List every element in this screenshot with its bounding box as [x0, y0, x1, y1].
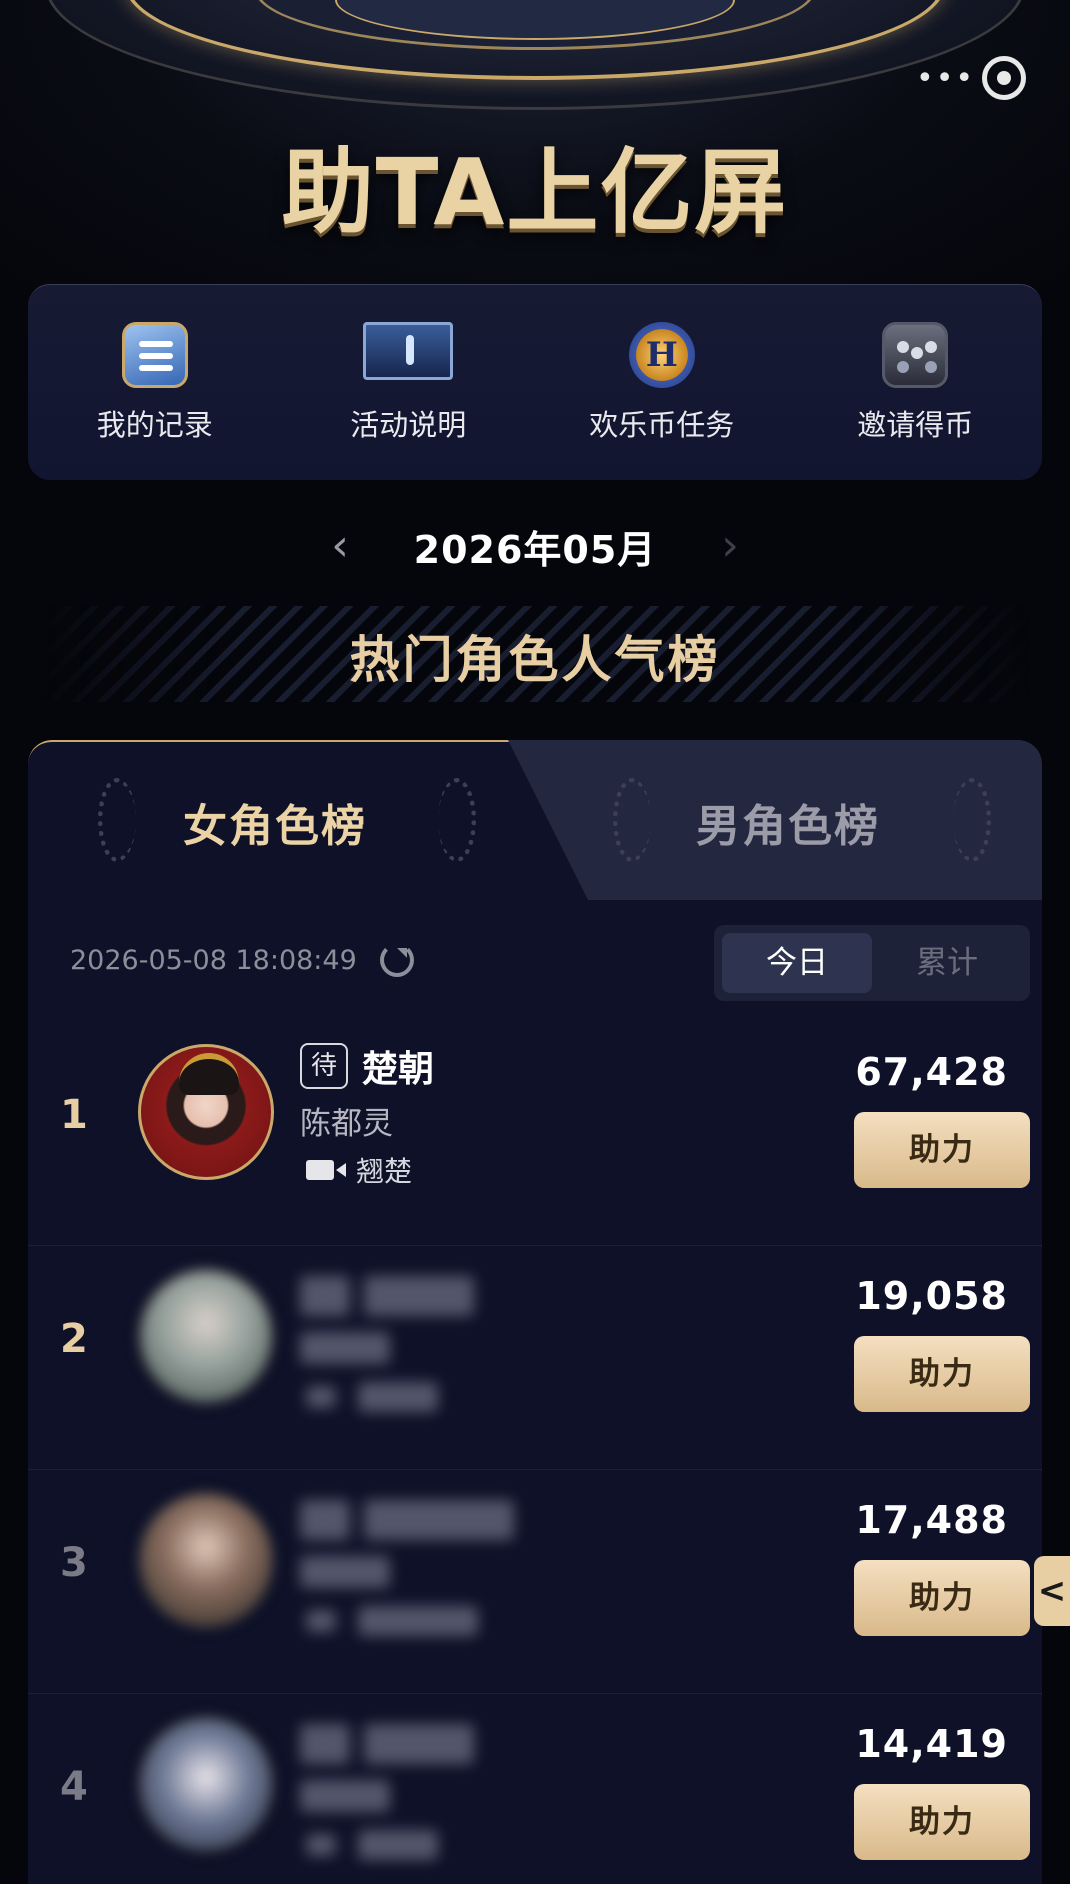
rank-number: 4	[60, 1764, 88, 1810]
role-name: 楚朝	[362, 1049, 435, 1090]
blurred-actor-name	[300, 1332, 390, 1364]
tab-male-label[interactable]: 男角色榜	[696, 790, 880, 854]
coin-icon: H	[628, 321, 695, 388]
blurred-drama-name	[358, 1830, 438, 1860]
support-button[interactable]: 助力	[854, 1560, 1030, 1636]
laurel-right-icon	[438, 778, 476, 862]
status-badge: 待	[300, 1043, 348, 1089]
toggle-total[interactable]: 累计	[872, 933, 1022, 993]
blurred-drama-name	[358, 1606, 478, 1636]
miniapp-capsule: •••	[884, 48, 1044, 108]
blurred-badge	[300, 1276, 350, 1316]
quick-item-label: 邀请得币	[857, 407, 974, 442]
avatar[interactable]	[138, 1492, 274, 1628]
ranking-board: 女角色榜 男角色榜 2026-05-08 18:08:49 今日 累计 1 待 …	[28, 740, 1042, 1884]
vote-score: 17,488	[855, 1498, 1008, 1542]
period-toggle: 今日 累计	[714, 925, 1030, 1001]
quick-item-coin-tasks[interactable]: H 欢乐币任务	[547, 321, 777, 444]
quick-item-rules[interactable]: 活动说明	[293, 321, 523, 444]
refresh-icon[interactable]	[380, 943, 414, 977]
invite-icon	[882, 321, 949, 388]
quick-menu: 我的记录 活动说明 H 欢乐币任务 邀请得币	[28, 284, 1042, 480]
screen-icon	[363, 321, 454, 380]
quick-item-invite[interactable]: 邀请得币	[800, 321, 1030, 444]
video-camera-icon	[306, 1160, 346, 1180]
prev-month-chevron-icon[interactable]: ‹	[310, 516, 370, 576]
ranking-row: 4 14,419 助力	[28, 1694, 1042, 1884]
drama-line: 翘楚	[306, 1150, 412, 1190]
role-name-line: 待 楚朝	[300, 1042, 434, 1090]
rank-number: 2	[60, 1316, 88, 1362]
quick-item-label: 活动说明	[350, 407, 467, 442]
avatar[interactable]	[138, 1268, 274, 1404]
blurred-badge	[300, 1500, 350, 1540]
vote-score: 19,058	[855, 1274, 1008, 1318]
ranking-row: 1 待 楚朝 陈都灵 翘楚 67,428 助力	[28, 1022, 1042, 1246]
blurred-actor-name	[300, 1556, 390, 1588]
support-button[interactable]: 助力	[854, 1112, 1030, 1188]
side-collapse-tab[interactable]: <	[1034, 1556, 1070, 1626]
blurred-drama-name	[358, 1382, 438, 1412]
quick-item-label: 欢乐币任务	[589, 407, 735, 442]
update-timestamp: 2026-05-08 18:08:49	[70, 945, 357, 976]
avatar[interactable]	[138, 1044, 274, 1180]
page-title: 助TA上亿屏	[281, 139, 789, 246]
blurred-role-name	[364, 1276, 474, 1316]
gender-tabs: 女角色榜 男角色榜	[28, 740, 1042, 900]
toggle-today[interactable]: 今日	[722, 933, 872, 993]
rank-number: 3	[60, 1540, 88, 1586]
quick-item-my-record[interactable]: 我的记录	[40, 321, 270, 444]
support-button[interactable]: 助力	[854, 1784, 1030, 1860]
vote-score: 14,419	[855, 1722, 1008, 1766]
blurred-badge	[300, 1724, 350, 1764]
actor-name: 陈都灵	[300, 1106, 393, 1142]
blurred-video-icon	[306, 1834, 336, 1856]
quick-item-label: 我的记录	[96, 407, 213, 442]
rank-number: 1	[60, 1092, 88, 1138]
month-navigator: ‹ 2026年05月 ›	[0, 516, 1070, 576]
blurred-video-icon	[306, 1386, 336, 1408]
more-menu-icon[interactable]: •••	[916, 61, 975, 96]
blurred-actor-name	[300, 1780, 390, 1812]
next-month-chevron-icon[interactable]: ›	[700, 516, 760, 576]
support-button[interactable]: 助力	[854, 1336, 1030, 1412]
close-icon[interactable]	[982, 56, 1026, 100]
laurel-left-icon	[613, 778, 651, 862]
blurred-role-name	[364, 1724, 474, 1764]
record-icon	[121, 321, 188, 388]
ranking-row: 2 19,058 助力	[28, 1246, 1042, 1470]
laurel-left-icon	[98, 778, 136, 862]
avatar[interactable]	[138, 1716, 274, 1852]
blurred-video-icon	[306, 1610, 336, 1632]
ranking-row: 3 17,488 助力	[28, 1470, 1042, 1694]
drama-name: 翘楚	[356, 1155, 413, 1188]
tab-female-label[interactable]: 女角色榜	[183, 790, 367, 854]
vote-score: 67,428	[855, 1050, 1008, 1094]
blurred-role-name	[364, 1500, 514, 1540]
ranking-meta: 2026-05-08 18:08:49 今日 累计	[28, 925, 1042, 1001]
month-label: 2026年05月	[413, 527, 657, 572]
section-title: 热门角色人气榜	[349, 631, 721, 689]
laurel-right-icon	[953, 778, 991, 862]
